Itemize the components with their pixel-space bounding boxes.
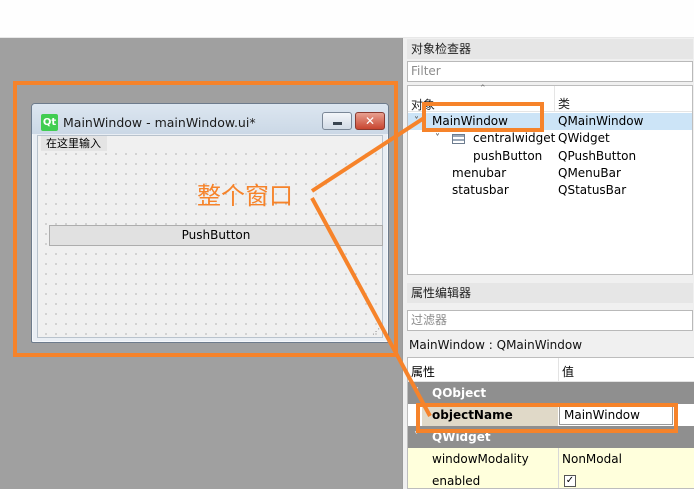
tree-row-centralwidget[interactable]: ˅ centralwidget QWidget	[408, 130, 692, 147]
form-window[interactable]: Qt MainWindow - mainWindow.ui* ✕ 在这里输入 P…	[31, 103, 389, 343]
group-qwidget[interactable]: ˅ QWidget	[408, 426, 694, 448]
group-name: QObject	[432, 386, 487, 400]
tree-row-statusbar[interactable]: statusbar QStatusBar	[408, 182, 692, 199]
minimize-icon	[333, 122, 342, 125]
expand-arrow-icon[interactable]: ˅	[435, 130, 440, 147]
property-value[interactable]: NonModal	[562, 448, 622, 470]
property-row-objectname[interactable]: objectName MainWindow	[408, 404, 694, 426]
column-object[interactable]: 对象	[411, 96, 435, 113]
tree-item-name: menubar	[452, 166, 507, 180]
sort-ascending-icon: ⌃	[479, 84, 487, 94]
minimize-button[interactable]	[322, 112, 352, 130]
menu-type-here[interactable]: 在这里输入	[41, 136, 107, 151]
collapse-arrow-icon[interactable]: ˅	[414, 382, 419, 404]
column-divider	[558, 470, 559, 488]
qt-logo-icon: Qt	[41, 114, 58, 131]
property-editor-filter[interactable]: 过滤器	[407, 310, 693, 331]
property-row-enabled[interactable]: enabled ✓	[408, 470, 694, 488]
tree-row-mainwindow[interactable]: ˅ MainWindow QMainWindow	[408, 113, 692, 130]
property-editor-title: 属性编辑器	[407, 283, 693, 303]
collapse-arrow-icon[interactable]: ˅	[414, 426, 419, 448]
tree-item-class: QStatusBar	[558, 183, 627, 197]
object-inspector-title: 对象检查器	[407, 39, 693, 59]
tree-item-class: QPushButton	[558, 149, 637, 163]
property-table[interactable]: 属性 值 ˅ QObject objectName MainWindow ˅ Q…	[407, 357, 694, 489]
tree-item-name: centralwidget	[473, 131, 556, 145]
property-key: windowModality	[432, 452, 529, 466]
push-button[interactable]: PushButton	[49, 225, 383, 246]
form-title: MainWindow - mainWindow.ui*	[63, 115, 256, 130]
column-value[interactable]: 值	[562, 363, 574, 380]
property-table-header: 属性 值	[408, 358, 694, 382]
column-divider[interactable]	[558, 358, 559, 382]
column-class[interactable]: 类	[558, 95, 570, 112]
property-key: enabled	[432, 474, 481, 488]
group-qobject[interactable]: ˅ QObject	[408, 382, 694, 404]
column-divider	[558, 448, 559, 470]
close-button[interactable]: ✕	[355, 112, 385, 130]
object-inspector-header: ⌃ 对象 类	[408, 84, 692, 113]
tree-row-menubar[interactable]: menubar QMenuBar	[408, 165, 692, 182]
right-panel: 对象检查器 Filter ⌃ 对象 类 ˅ MainWindow QMainWi…	[402, 38, 694, 489]
tree-item-name: MainWindow	[432, 114, 508, 128]
tree-row-pushbutton[interactable]: pushButton QPushButton	[408, 148, 692, 165]
form-body[interactable]: 在这里输入 PushButton ⋰	[37, 135, 383, 338]
object-inspector-tree[interactable]: ⌃ 对象 类 ˅ MainWindow QMainWindow ˅ centra…	[407, 84, 693, 275]
expand-arrow-icon[interactable]: ˅	[414, 113, 419, 130]
tree-item-name: pushButton	[473, 149, 543, 163]
annotation-label: 整个窗口	[197, 182, 293, 210]
tree-item-name: statusbar	[452, 183, 509, 197]
group-name: QWidget	[432, 430, 491, 444]
widget-icon	[452, 134, 465, 144]
enabled-checkbox[interactable]: ✓	[564, 475, 576, 487]
tree-item-class: QMenuBar	[558, 166, 621, 180]
resize-grip-icon[interactable]: ⋰	[372, 327, 380, 336]
property-row-windowmodality[interactable]: windowModality NonModal	[408, 448, 694, 470]
property-key: objectName	[432, 408, 513, 422]
tree-item-class: QMainWindow	[558, 114, 644, 128]
column-divider[interactable]	[554, 86, 555, 112]
tree-item-class: QWidget	[558, 131, 610, 145]
object-inspector-filter[interactable]: Filter	[407, 61, 693, 82]
form-menubar[interactable]: 在这里输入	[38, 136, 382, 151]
column-property[interactable]: 属性	[411, 363, 435, 380]
form-titlebar[interactable]: Qt MainWindow - mainWindow.ui* ✕	[32, 104, 388, 134]
property-editor-object-class: MainWindow : QMainWindow	[409, 338, 583, 352]
top-strip	[0, 0, 694, 38]
property-value[interactable]: MainWindow	[564, 404, 640, 426]
